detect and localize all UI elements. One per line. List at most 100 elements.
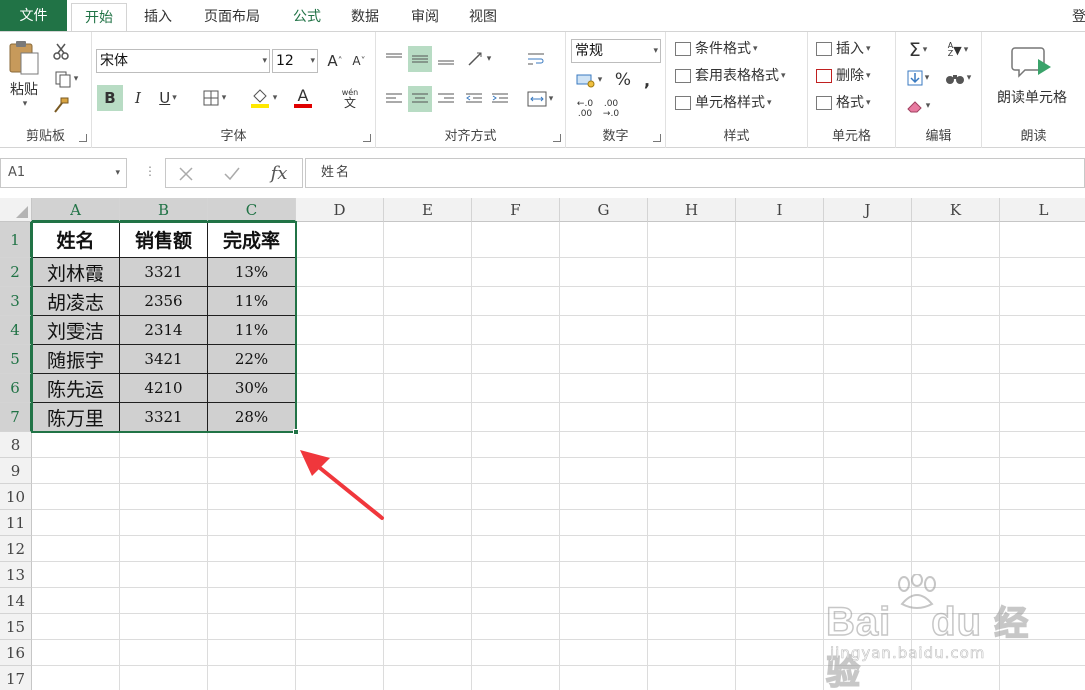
- align-left-button[interactable]: [382, 86, 406, 112]
- cell-b5[interactable]: 3421: [120, 345, 208, 374]
- format-painter-button[interactable]: [50, 94, 72, 116]
- format-as-table-button[interactable]: 套用表格格式 ▾: [675, 65, 786, 87]
- underline-button[interactable]: U ▾: [151, 85, 185, 111]
- insert-cells-button[interactable]: 插入 ▾: [816, 38, 871, 60]
- read-cells-button[interactable]: 朗读单元格: [984, 38, 1080, 114]
- grow-font-button[interactable]: A ˄: [324, 50, 346, 72]
- name-box[interactable]: A1 ▾: [0, 158, 127, 188]
- fill-handle[interactable]: [293, 429, 299, 435]
- row-header-12[interactable]: 12: [0, 536, 32, 562]
- column-header-l[interactable]: L: [1000, 198, 1085, 222]
- row-header-14[interactable]: 14: [0, 588, 32, 614]
- fill-color-button[interactable]: ▾: [244, 85, 282, 111]
- align-right-button[interactable]: [434, 86, 458, 112]
- number-format-select[interactable]: 常规 ▾: [571, 39, 661, 63]
- cell-c1[interactable]: 完成率: [208, 222, 296, 258]
- cut-button[interactable]: [50, 40, 72, 62]
- accounting-format-button[interactable]: ▾: [571, 68, 607, 92]
- column-header-e[interactable]: E: [384, 198, 472, 222]
- cell-b2[interactable]: 3321: [120, 258, 208, 287]
- row-header-11[interactable]: 11: [0, 510, 32, 536]
- tab-overflow[interactable]: 登: [1072, 3, 1085, 32]
- copy-button[interactable]: ▾: [50, 68, 82, 90]
- italic-button[interactable]: I: [127, 85, 149, 111]
- cell-c2[interactable]: 13%: [208, 258, 296, 287]
- borders-button[interactable]: ▾: [196, 85, 232, 111]
- cell-c7[interactable]: 28%: [208, 403, 296, 432]
- merge-center-button[interactable]: ▾: [522, 86, 558, 112]
- formula-input[interactable]: 姓名: [305, 158, 1085, 188]
- delete-cells-button[interactable]: 删除 ▾: [816, 65, 871, 87]
- conditional-format-button[interactable]: 条件格式 ▾: [675, 38, 758, 60]
- more-options-icon[interactable]: ⋮: [144, 164, 156, 178]
- dialog-launcher-icon[interactable]: [79, 134, 87, 142]
- row-header-2[interactable]: 2: [0, 258, 32, 287]
- autosum-button[interactable]: Σ ▾: [902, 38, 934, 62]
- align-center-button[interactable]: [408, 86, 432, 112]
- cancel-entry-button[interactable]: [174, 162, 198, 186]
- align-bottom-button[interactable]: [434, 46, 458, 72]
- row-header-4[interactable]: 4: [0, 316, 32, 345]
- cell-a6[interactable]: 陈先运: [32, 374, 120, 403]
- cell-a7[interactable]: 陈万里: [32, 403, 120, 432]
- tab-view[interactable]: 视图: [458, 3, 508, 32]
- row-header-17[interactable]: 17: [0, 666, 32, 690]
- row-header-7[interactable]: 7: [0, 403, 32, 432]
- column-header-f[interactable]: F: [472, 198, 560, 222]
- percent-style-button[interactable]: %: [612, 68, 634, 92]
- row-header-13[interactable]: 13: [0, 562, 32, 588]
- row-header-6[interactable]: 6: [0, 374, 32, 403]
- column-header-i[interactable]: I: [736, 198, 824, 222]
- cell-a5[interactable]: 随振宇: [32, 345, 120, 374]
- cell-b4[interactable]: 2314: [120, 316, 208, 345]
- bold-button[interactable]: B: [97, 85, 123, 111]
- column-header-a[interactable]: A: [32, 198, 120, 222]
- increase-decimal-button[interactable]: ←.0 .00: [573, 98, 597, 120]
- decrease-decimal-button[interactable]: .00 →.0: [599, 98, 623, 120]
- row-header-3[interactable]: 3: [0, 287, 32, 316]
- cell-c4[interactable]: 11%: [208, 316, 296, 345]
- dialog-launcher-icon[interactable]: [653, 134, 661, 142]
- cell-a1[interactable]: 姓名: [32, 222, 120, 258]
- cell-c3[interactable]: 11%: [208, 287, 296, 316]
- row-header-1[interactable]: 1: [0, 222, 32, 258]
- tab-review[interactable]: 审阅: [400, 3, 450, 32]
- row-header-15[interactable]: 15: [0, 614, 32, 640]
- column-header-c[interactable]: C: [208, 198, 296, 222]
- dialog-launcher-icon[interactable]: [553, 134, 561, 142]
- cell-styles-button[interactable]: 单元格样式 ▾: [675, 92, 772, 114]
- wrap-text-button[interactable]: [524, 46, 548, 72]
- font-name-select[interactable]: 宋体 ▾: [96, 49, 270, 73]
- tab-formulas[interactable]: 公式: [282, 3, 332, 32]
- cell-c5[interactable]: 22%: [208, 345, 296, 374]
- dialog-launcher-icon[interactable]: [363, 134, 371, 142]
- find-select-button[interactable]: ▾: [940, 66, 976, 90]
- increase-indent-button[interactable]: [488, 86, 512, 112]
- tab-home[interactable]: 开始: [71, 3, 127, 33]
- paste-button[interactable]: 粘贴 ▾: [4, 38, 44, 110]
- sort-filter-button[interactable]: A Z ▼ ▾: [940, 38, 976, 62]
- confirm-entry-button[interactable]: [220, 162, 244, 186]
- cell-c6[interactable]: 30%: [208, 374, 296, 403]
- cell-b3[interactable]: 2356: [120, 287, 208, 316]
- clear-button[interactable]: ▾: [902, 94, 934, 118]
- row-header-9[interactable]: 9: [0, 458, 32, 484]
- font-size-select[interactable]: 12 ▾: [272, 49, 318, 73]
- column-header-h[interactable]: H: [648, 198, 736, 222]
- align-middle-button[interactable]: [408, 46, 432, 72]
- decrease-indent-button[interactable]: [462, 86, 486, 112]
- cell-a4[interactable]: 刘雯洁: [32, 316, 120, 345]
- row-header-10[interactable]: 10: [0, 484, 32, 510]
- cell-a2[interactable]: 刘林霞: [32, 258, 120, 287]
- fill-button[interactable]: ▾: [902, 66, 934, 90]
- column-header-d[interactable]: D: [296, 198, 384, 222]
- phonetic-button[interactable]: wén 文: [332, 85, 368, 111]
- cell-b6[interactable]: 4210: [120, 374, 208, 403]
- column-header-g[interactable]: G: [560, 198, 648, 222]
- column-header-k[interactable]: K: [912, 198, 1000, 222]
- insert-function-button[interactable]: fx: [264, 161, 294, 185]
- cell-b7[interactable]: 3321: [120, 403, 208, 432]
- orientation-button[interactable]: ▾: [462, 46, 496, 72]
- tab-page-layout[interactable]: 页面布局: [195, 3, 269, 32]
- font-color-button[interactable]: A: [284, 85, 322, 111]
